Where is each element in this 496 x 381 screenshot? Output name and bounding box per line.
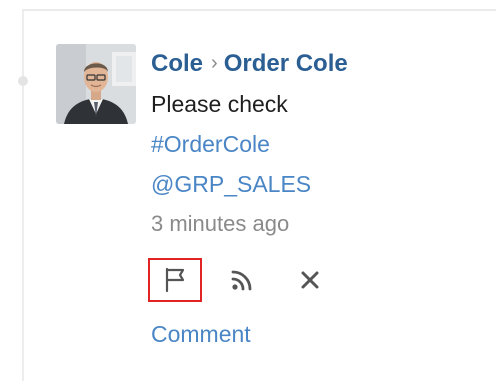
comment-link[interactable]: Comment <box>151 316 251 352</box>
author-link[interactable]: Cole <box>151 50 203 77</box>
timestamp: 3 minutes ago <box>151 211 290 236</box>
flag-button[interactable] <box>148 258 202 302</box>
timeline-dot <box>18 76 28 86</box>
breadcrumb-separator-icon: › <box>211 52 218 74</box>
follow-feed-button[interactable] <box>220 258 264 302</box>
avatar-photo <box>56 44 136 124</box>
target-link[interactable]: Order Cole <box>224 50 348 77</box>
mention-link[interactable]: @GRP_SALES <box>151 166 481 202</box>
timeline-line <box>22 11 24 381</box>
flag-icon <box>165 267 185 293</box>
post-actions <box>148 258 348 302</box>
close-icon <box>301 271 319 289</box>
rss-feed-icon <box>231 270 252 291</box>
top-divider <box>22 9 496 11</box>
hashtag-link[interactable]: #OrderCole <box>151 126 481 162</box>
post-header: Cole › Order Cole <box>151 46 481 82</box>
post-content: Cole › Order Cole Please check #OrderCole … <box>151 46 481 242</box>
activity-feed: Cole › Order Cole Please check #OrderCole … <box>0 0 496 381</box>
avatar[interactable] <box>56 44 136 124</box>
dismiss-button[interactable] <box>288 258 332 302</box>
post-message: Please check <box>151 91 288 117</box>
